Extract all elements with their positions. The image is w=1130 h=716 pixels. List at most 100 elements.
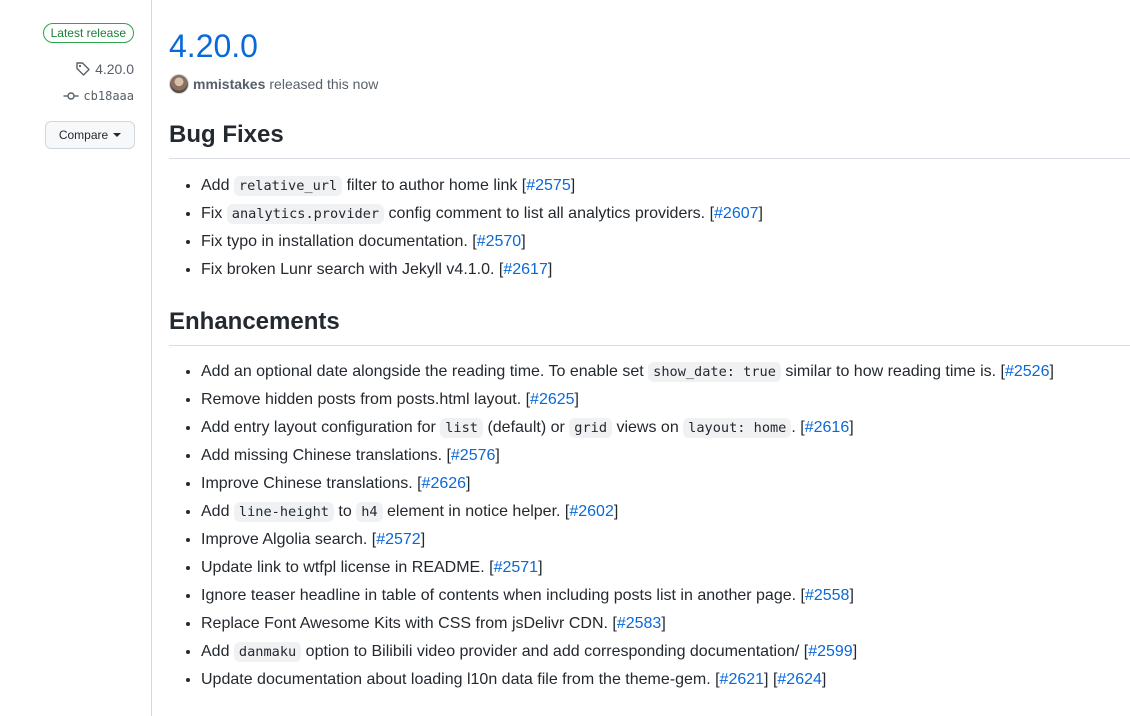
released-text: released this now xyxy=(269,76,379,92)
avatar[interactable] xyxy=(169,74,189,94)
item-text: similar to how reading time is. [ xyxy=(780,363,1005,380)
list-item: Fix broken Lunr search with Jekyll v4.1.… xyxy=(201,256,763,284)
list-item: Fix typo in installation documentation. … xyxy=(201,228,763,256)
list-item: Add missing Chinese translations. [#2576… xyxy=(201,442,1054,470)
item-text: ] xyxy=(849,419,854,436)
commit-icon xyxy=(63,88,79,104)
list-item: Add an optional date alongside the readi… xyxy=(201,358,1054,386)
release-title[interactable]: 4.20.0 xyxy=(169,27,258,65)
bug-fixes-heading: Bug Fixes xyxy=(169,120,1130,159)
compare-button[interactable]: Compare xyxy=(45,121,135,149)
list-item: Fix analytics.provider config comment to… xyxy=(201,200,763,228)
inline-code: h4 xyxy=(356,502,383,522)
list-item: Update link to wtfpl license in README. … xyxy=(201,554,1054,582)
issue-link[interactable]: #2617 xyxy=(503,261,548,278)
item-text: ] xyxy=(661,615,666,632)
issue-link[interactable]: #2583 xyxy=(617,615,662,632)
caret-down-icon xyxy=(113,133,122,137)
issue-link[interactable]: #2616 xyxy=(805,419,850,436)
issue-link[interactable]: #2626 xyxy=(422,475,467,492)
item-text: Update documentation about loading l10n … xyxy=(201,671,720,688)
release-sidebar: Latest release 4.20.0 cb18aaa Compare xyxy=(0,0,152,716)
issue-link[interactable]: #2571 xyxy=(494,559,539,576)
issue-link[interactable]: #2625 xyxy=(530,391,575,408)
item-text: ] [ xyxy=(764,671,778,688)
inline-code: list xyxy=(440,418,483,438)
list-item: Add line-height to h4 element in notice … xyxy=(201,498,1054,526)
item-text: Fix xyxy=(201,205,227,222)
compare-label: Compare xyxy=(58,128,109,142)
release-author-line: mmistakes released this now xyxy=(169,74,378,94)
inline-code: grid xyxy=(569,418,613,438)
item-text: config comment to list all analytics pro… xyxy=(384,205,715,222)
item-text: Add missing Chinese translations. [ xyxy=(201,447,451,464)
item-text: filter to author home link [ xyxy=(342,177,527,194)
issue-link[interactable]: #2558 xyxy=(805,587,850,604)
list-item: Improve Chinese translations. [#2626] xyxy=(201,470,1054,498)
item-text: ] xyxy=(758,205,763,222)
tag-link[interactable]: 4.20.0 xyxy=(75,61,134,77)
item-text: views on xyxy=(612,419,684,436)
item-text: Replace Font Awesome Kits with CSS from … xyxy=(201,615,617,632)
item-text: ] xyxy=(574,391,579,408)
item-text: option to Bilibili video provider and ad… xyxy=(301,643,809,660)
issue-link[interactable]: #2607 xyxy=(714,205,759,222)
item-text: ] xyxy=(1049,363,1054,380)
item-text: Fix broken Lunr search with Jekyll v4.1.… xyxy=(201,261,504,278)
item-text: ] xyxy=(570,177,576,194)
issue-link[interactable]: #2624 xyxy=(777,671,822,688)
bug-fixes-list: Add relative_url filter to author home l… xyxy=(169,172,763,284)
issue-link[interactable]: #2602 xyxy=(569,503,614,520)
list-item: Ignore teaser headline in table of conte… xyxy=(201,582,1054,610)
item-text: ] xyxy=(852,643,858,660)
item-text: Add xyxy=(201,643,234,660)
list-item: Remove hidden posts from posts.html layo… xyxy=(201,386,1054,414)
issue-link[interactable]: #2621 xyxy=(720,671,765,688)
item-text: Improve Chinese translations. [ xyxy=(201,475,422,492)
item-text: ] xyxy=(521,233,526,250)
item-text: ] xyxy=(466,475,471,492)
item-text: Fix typo in installation documentation. … xyxy=(201,233,477,250)
item-text: Improve Algolia search. [ xyxy=(201,531,377,548)
issue-link[interactable]: #2572 xyxy=(376,531,421,548)
item-text: Add xyxy=(201,503,234,520)
commit-link[interactable]: cb18aaa xyxy=(63,88,134,104)
enhancements-heading: Enhancements xyxy=(169,307,1130,346)
inline-code: danmaku xyxy=(233,642,302,662)
tag-icon xyxy=(75,61,91,77)
latest-release-badge: Latest release xyxy=(42,23,134,43)
item-text: ] xyxy=(538,559,543,576)
list-item: Add relative_url filter to author home l… xyxy=(201,172,763,200)
author-name[interactable]: mmistakes xyxy=(193,76,265,92)
inline-code: relative_url xyxy=(233,176,343,196)
list-item: Update documentation about loading l10n … xyxy=(201,666,1054,694)
item-text: ] xyxy=(821,671,827,688)
inline-code: show_date: true xyxy=(648,362,781,382)
list-item: Improve Algolia search. [#2572] xyxy=(201,526,1054,554)
item-text: Remove hidden posts from posts.html layo… xyxy=(201,391,531,408)
inline-code: layout: home xyxy=(683,418,792,438)
item-text: . [ xyxy=(791,419,805,436)
item-text: Ignore teaser headline in table of conte… xyxy=(201,587,805,604)
item-text: Add xyxy=(201,177,234,194)
item-text: to xyxy=(333,503,357,520)
list-item: Replace Font Awesome Kits with CSS from … xyxy=(201,610,1054,638)
enhancements-list: Add an optional date alongside the readi… xyxy=(169,358,1054,694)
item-text: Add an optional date alongside the readi… xyxy=(201,363,649,380)
issue-link[interactable]: #2570 xyxy=(477,233,522,250)
commit-sha: cb18aaa xyxy=(83,89,134,103)
item-text: ] xyxy=(547,261,553,278)
item-text: ] xyxy=(420,531,426,548)
issue-link[interactable]: #2576 xyxy=(451,447,496,464)
issue-link[interactable]: #2526 xyxy=(1005,363,1050,380)
item-text: (default) or xyxy=(483,419,570,436)
item-text: ] xyxy=(613,503,619,520)
inline-code: line-height xyxy=(233,502,334,522)
issue-link[interactable]: #2599 xyxy=(808,643,853,660)
tag-name: 4.20.0 xyxy=(95,61,134,77)
list-item: Add danmaku option to Bilibili video pro… xyxy=(201,638,1054,666)
issue-link[interactable]: #2575 xyxy=(526,177,571,194)
inline-code: analytics.provider xyxy=(226,204,385,224)
list-item: Add entry layout configuration for list … xyxy=(201,414,1054,442)
item-text: Update link to wtfpl license in README. … xyxy=(201,559,494,576)
